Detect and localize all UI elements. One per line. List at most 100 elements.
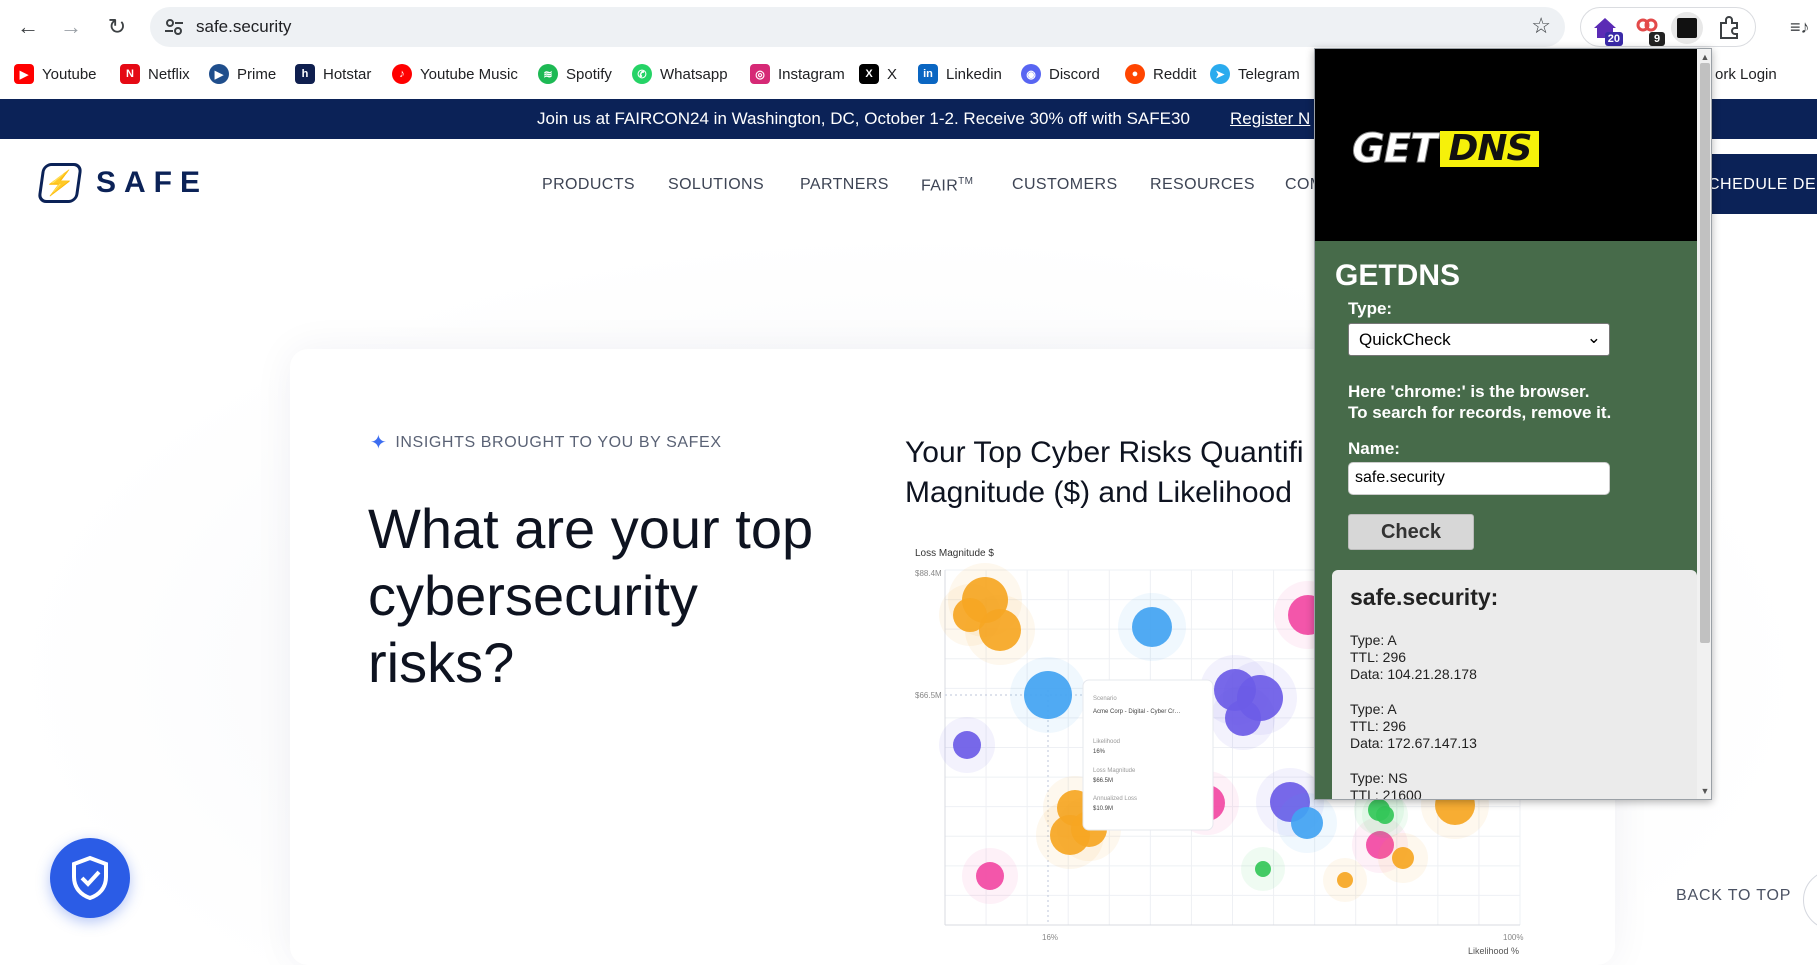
record-ttl: TTL: 296 — [1350, 718, 1407, 734]
bookmark-star-icon[interactable]: ☆ — [1531, 13, 1551, 39]
x-icon: X — [859, 64, 879, 84]
bookmark-label: Youtube Music — [420, 65, 518, 83]
insights-label: ✦ INSIGHTS BROUGHT TO YOU BY SAFEX — [370, 430, 722, 455]
back-to-top-link[interactable]: BACK TO TOP — [1676, 887, 1791, 905]
bookmark-label: Discord — [1049, 65, 1100, 83]
scroll-down-icon[interactable]: ▼ — [1699, 785, 1711, 797]
note-line-2: To search for records, remove it. — [1348, 403, 1612, 422]
nav-products[interactable]: PRODUCTS — [542, 176, 635, 194]
shield-check-button[interactable] — [50, 838, 130, 918]
bookmark-work-login[interactable]: ork Login — [1715, 63, 1777, 85]
logo-dns-text: DNS — [1440, 131, 1540, 167]
nav-fair[interactable]: FAIRTM — [921, 176, 973, 195]
safe-logo[interactable]: ⚡ SAFE — [37, 163, 209, 203]
chevron-down-icon: ⌄ — [1586, 328, 1601, 347]
tooltip-likelihood-value: 16% — [1093, 749, 1106, 755]
media-control-icon[interactable]: ≡♪ — [1790, 17, 1810, 38]
bookmark-reddit[interactable]: ● Reddit — [1125, 63, 1196, 85]
dns-record: Type: A TTL: 296 Data: 104.21.28.178 — [1350, 632, 1477, 683]
result-host: safe.security: — [1350, 584, 1499, 610]
y-axis-label: Loss Magnitude $ — [915, 548, 994, 559]
name-input[interactable]: safe.security — [1348, 462, 1610, 495]
hotstar-icon: h — [295, 64, 315, 84]
bookmark-spotify[interactable]: ≋ Spotify — [538, 63, 612, 85]
dns-record: Type: NS TTL: 21600 — [1350, 770, 1422, 799]
extension-link-icon[interactable]: 9 — [1633, 14, 1665, 46]
scrollbar-thumb[interactable] — [1700, 63, 1710, 643]
dns-record: Type: A TTL: 296 Data: 172.67.147.13 — [1350, 701, 1477, 752]
check-button[interactable]: Check — [1348, 514, 1474, 550]
bookmark-telegram[interactable]: ➤ Telegram — [1210, 63, 1300, 85]
bookmark-whatsapp[interactable]: ✆ Whatsapp — [632, 63, 728, 85]
risk-bubble — [1376, 806, 1394, 824]
risk-bubble — [1132, 607, 1172, 647]
bookmark-label: Telegram — [1238, 65, 1300, 83]
schedule-demo-button[interactable]: CHEDULE DEM — [1708, 154, 1817, 214]
getdns-logo: GET DNS — [1351, 126, 1540, 173]
tooltip-likelihood-label: Likelihood — [1093, 739, 1120, 745]
banner-register-link[interactable]: Register N — [1230, 109, 1310, 129]
risk-bubble — [953, 598, 987, 632]
record-type: Type: A — [1350, 632, 1397, 648]
chart-title-line-2: Magnitude ($) and Likelihood — [905, 476, 1292, 509]
risk-bubble — [1291, 807, 1323, 839]
bookmark-hotstar[interactable]: h Hotstar — [295, 63, 371, 85]
forward-arrow-icon[interactable]: → — [54, 10, 88, 44]
nav-partners[interactable]: PARTNERS — [800, 176, 889, 194]
chart-title-line-1: Your Top Cyber Risks Quantifi — [905, 436, 1304, 469]
linkedin-icon: in — [918, 64, 938, 84]
y-tick-label: $66.5M — [915, 691, 942, 700]
name-label: Name: — [1348, 439, 1400, 458]
bookmark-netflix[interactable]: N Netflix — [120, 63, 190, 85]
tooltip-annualized-value: $10.9M — [1093, 806, 1113, 812]
bookmark-linkedin[interactable]: in Linkedin — [918, 63, 1002, 85]
bookmark-prime[interactable]: ▶ Prime — [209, 63, 276, 85]
nav-solutions[interactable]: SOLUTIONS — [668, 176, 764, 194]
bookmark-youtube[interactable]: ▶ Youtube — [14, 63, 97, 85]
bookmark-label: Whatsapp — [660, 65, 728, 83]
nav-customers[interactable]: CUSTOMERS — [1012, 176, 1118, 194]
risk-bubble — [1392, 847, 1414, 869]
site-info-icon[interactable] — [162, 15, 186, 39]
reload-icon[interactable]: ↻ — [100, 10, 134, 44]
scroll-up-icon[interactable]: ▲ — [1699, 51, 1711, 63]
address-bar[interactable]: safe.security ☆ — [150, 7, 1565, 47]
bookmark-label: Reddit — [1153, 65, 1197, 83]
youtube-music-icon: ♪ — [392, 64, 412, 84]
bookmark-instagram[interactable]: ◎ Instagram — [750, 63, 845, 85]
url-text[interactable]: safe.security — [196, 17, 291, 37]
bookmark-youtube-music[interactable]: ♪ Youtube Music — [392, 63, 518, 85]
getdns-extension-icon[interactable] — [1671, 12, 1703, 44]
youtube-icon: ▶ — [14, 64, 34, 84]
trademark-sup: TM — [958, 176, 974, 187]
risk-bubble — [1024, 671, 1072, 719]
tooltip-magnitude-value: $66.5M — [1093, 778, 1113, 784]
x-tick-label: 100% — [1503, 933, 1523, 942]
extension-house-icon[interactable]: 20 — [1591, 14, 1623, 46]
risk-bubble — [1225, 700, 1261, 736]
record-type: Type: A — [1350, 701, 1397, 717]
logo-text: SAFE — [96, 166, 209, 199]
risk-bubble — [1337, 872, 1353, 888]
hero-title: What are your top cybersecurity risks? — [368, 497, 814, 694]
x-tick-label: 16% — [1042, 933, 1058, 942]
record-data: Data: 104.21.28.178 — [1350, 666, 1477, 682]
bookmark-x[interactable]: XX — [859, 63, 897, 85]
extensions-puzzle-icon[interactable] — [1715, 14, 1743, 42]
logo-get-text: GET — [1351, 126, 1437, 173]
note-line-1: Here 'chrome:' is the browser. — [1348, 382, 1590, 401]
type-select[interactable]: QuickCheck ⌄ — [1348, 323, 1610, 356]
back-arrow-icon[interactable]: ← — [11, 10, 45, 44]
bookmark-label: Youtube — [42, 65, 97, 83]
bookmark-label: Netflix — [148, 65, 190, 83]
bookmark-discord[interactable]: ◉ Discord — [1021, 63, 1100, 85]
nav-fair-label: FAIR — [921, 177, 959, 195]
netflix-icon: N — [120, 64, 140, 84]
record-ttl: TTL: 296 — [1350, 649, 1407, 665]
bookmark-label: Instagram — [778, 65, 845, 83]
popup-header: GET DNS — [1315, 49, 1697, 241]
bookmark-label: Prime — [237, 65, 277, 83]
chart-title: Your Top Cyber Risks Quantifi Magnitude … — [905, 433, 1335, 513]
nav-resources[interactable]: RESOURCES — [1150, 176, 1255, 194]
popup-scrollbar[interactable]: ▲ ▼ — [1697, 49, 1711, 799]
